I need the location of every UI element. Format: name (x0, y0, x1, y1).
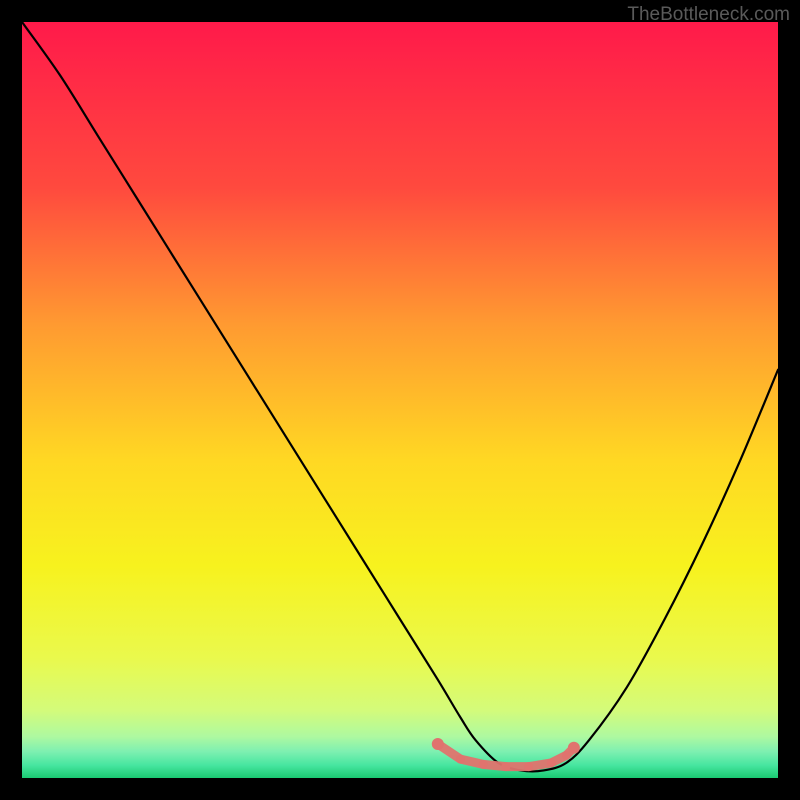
bottleneck-curve (22, 22, 778, 771)
plot-area (22, 22, 778, 778)
curve-layer (22, 22, 778, 778)
attribution-text: TheBottleneck.com (627, 4, 790, 26)
chart-frame: TheBottleneck.com (0, 0, 800, 800)
